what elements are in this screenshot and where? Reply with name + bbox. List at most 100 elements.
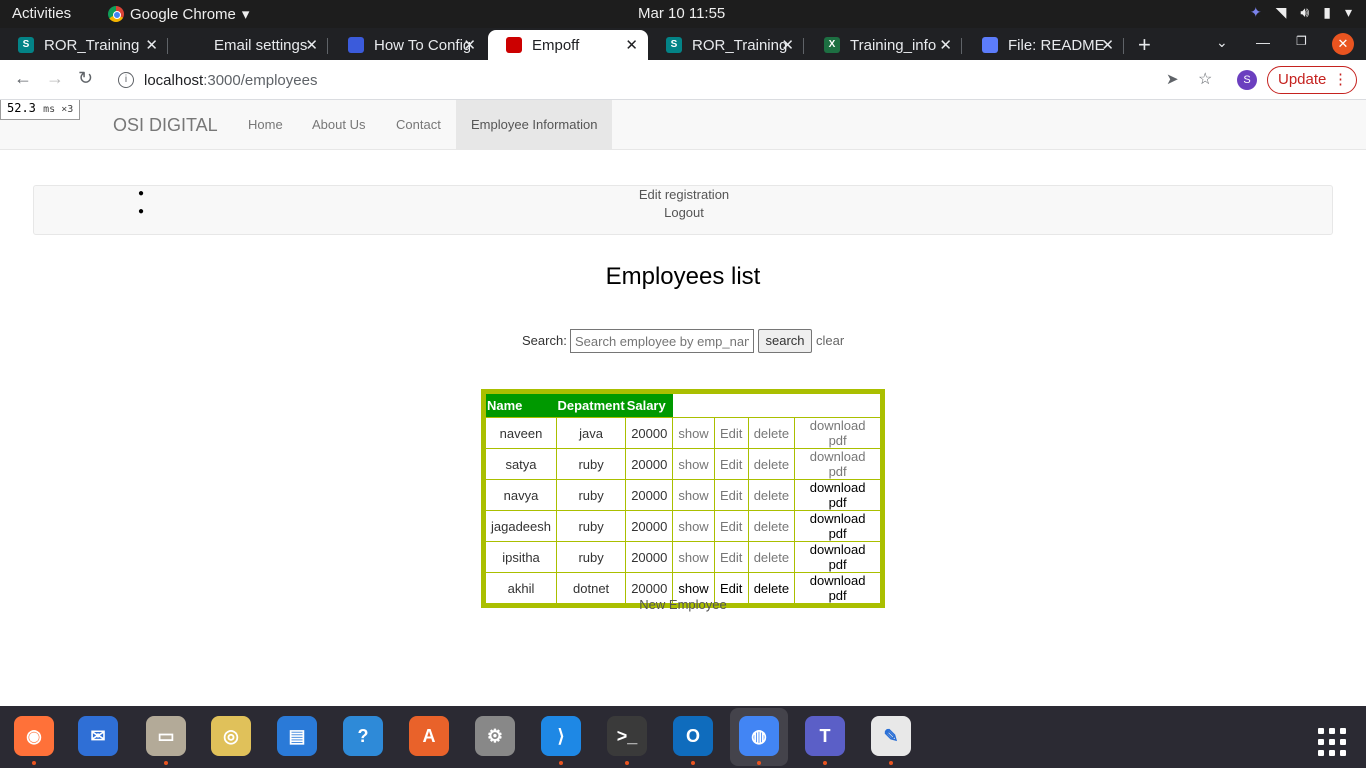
teams-tray-icon[interactable]: ✦	[1250, 4, 1262, 21]
browser-tab[interactable]: X Training_info ✕	[806, 30, 962, 60]
nav-employee-information[interactable]: Employee Information	[456, 100, 613, 150]
delete-link[interactable]: delete	[747, 417, 796, 449]
text-editor-icon[interactable]: ✎	[871, 716, 911, 765]
show-applications-icon[interactable]	[1318, 728, 1346, 756]
employee-salary-cell: 20000	[625, 541, 674, 573]
site-brand[interactable]: OSI DIGITAL	[113, 115, 218, 136]
running-indicator	[691, 761, 695, 765]
nav-contact[interactable]: Contact	[381, 100, 456, 150]
search-input[interactable]	[570, 329, 754, 353]
writer-icon[interactable]: ▤	[277, 716, 317, 756]
employee-salary-cell: 20000	[625, 479, 674, 511]
site-info-icon[interactable]: i	[118, 72, 134, 88]
maximize-window-button[interactable]: ❐	[1296, 34, 1307, 48]
delete-link[interactable]: delete	[747, 541, 796, 573]
close-tab-icon[interactable]: ✕	[625, 36, 638, 54]
clock[interactable]: Mar 10 11:55	[638, 5, 725, 22]
update-button[interactable]: Update ⋮	[1267, 66, 1357, 94]
edit-link[interactable]: Edit	[713, 479, 749, 511]
browser-tab[interactable]: S ROR_Training ✕	[0, 30, 168, 60]
system-tray[interactable]: ✦ ◥ 🔊︎ ▮ ▾	[1250, 4, 1352, 21]
terminal-icon[interactable]: >_	[607, 716, 647, 765]
rhythmbox-icon[interactable]: ◎	[211, 716, 251, 756]
thunderbird-icon[interactable]: ✉	[78, 716, 118, 756]
employee-name-cell: naveen	[483, 417, 557, 449]
download-pdf-link[interactable]: download pdf	[794, 448, 884, 480]
browser-tab[interactable]: File: README ✕	[964, 30, 1124, 60]
show-link[interactable]: show	[672, 448, 715, 480]
minimize-window-button[interactable]: —	[1256, 34, 1270, 50]
edit-link[interactable]: Edit	[713, 510, 749, 542]
delete-link[interactable]: delete	[747, 510, 796, 542]
running-indicator	[164, 761, 168, 765]
files-icon[interactable]: ▭	[146, 716, 186, 765]
new-employee-link[interactable]: New Employee	[0, 597, 1366, 612]
volume-icon[interactable]: 🔊︎	[1300, 4, 1309, 21]
close-tab-icon[interactable]: ✕	[145, 36, 158, 54]
edit-link[interactable]: Edit	[713, 541, 749, 573]
back-button[interactable]: ←	[14, 68, 32, 89]
nav-about-us[interactable]: About Us	[297, 100, 380, 150]
tab-title: Email settings	[214, 36, 308, 54]
browser-tab[interactable]: How To Config ✕	[330, 30, 486, 60]
browser-tab[interactable]: Email settings ✕	[170, 30, 328, 60]
tab-title: Empoff	[532, 36, 580, 54]
close-tab-icon[interactable]: ✕	[1101, 36, 1114, 54]
download-pdf-link[interactable]: download pdf	[794, 417, 884, 449]
help-icon[interactable]: ?	[343, 716, 383, 756]
bookmark-star-icon[interactable]: ☆	[1198, 69, 1212, 89]
close-window-button[interactable]: ✕	[1332, 33, 1354, 55]
power-menu-icon[interactable]: ▾	[1345, 4, 1352, 21]
vscode-icon[interactable]: ⟩	[541, 716, 581, 765]
tab-strip: S ROR_Training ✕ Email settings ✕ How To Conf…	[0, 28, 1366, 60]
edit-link[interactable]: Edit	[713, 448, 749, 480]
show-link[interactable]: show	[672, 479, 715, 511]
download-pdf-link[interactable]: download pdf	[794, 541, 884, 573]
close-tab-icon[interactable]: ✕	[305, 36, 318, 54]
tab-separator	[803, 38, 804, 54]
send-tab-icon[interactable]: ➤	[1166, 70, 1179, 88]
close-tab-icon[interactable]: ✕	[463, 36, 476, 54]
search-button[interactable]: search	[758, 329, 812, 353]
forward-button[interactable]: →	[46, 68, 64, 89]
wifi-icon[interactable]: ◥	[1276, 4, 1287, 21]
show-link[interactable]: show	[672, 417, 715, 449]
delete-link[interactable]: delete	[747, 448, 796, 480]
chrome-icon[interactable]: ◍	[739, 716, 779, 765]
show-link[interactable]: show	[672, 541, 715, 573]
clear-link[interactable]: clear	[816, 333, 844, 348]
download-pdf-link[interactable]: download pdf	[794, 479, 884, 511]
employee-department-cell: java	[555, 417, 627, 449]
reload-button[interactable]: ↻	[78, 68, 93, 89]
activities-button[interactable]: Activities	[12, 5, 71, 22]
teams-icon[interactable]: T	[805, 716, 845, 765]
settings-icon[interactable]: ⚙	[475, 716, 515, 756]
close-tab-icon[interactable]: ✕	[781, 36, 794, 54]
new-tab-button[interactable]: +	[1138, 32, 1151, 58]
edit-registration-link[interactable]: Edit registration	[34, 187, 1334, 202]
nav-home[interactable]: Home	[233, 100, 298, 150]
download-pdf-link[interactable]: download pdf	[794, 510, 884, 542]
tab-separator	[1123, 38, 1124, 54]
employee-department-cell: ruby	[555, 541, 627, 573]
browser-tab[interactable]: Empoff ✕	[488, 30, 648, 60]
outlook-icon[interactable]: O	[673, 716, 713, 765]
address-bar[interactable]: i localhost:3000/employees	[108, 65, 1228, 95]
tab-search-icon[interactable]: ⌄	[1216, 34, 1228, 51]
edit-link[interactable]: Edit	[713, 417, 749, 449]
close-tab-icon[interactable]: ✕	[939, 36, 952, 54]
show-link[interactable]: show	[672, 510, 715, 542]
profile-avatar[interactable]: S	[1237, 70, 1257, 90]
browser-tab[interactable]: S ROR_Training ✕	[648, 30, 804, 60]
app-menu[interactable]: Google Chrome ▾	[108, 5, 249, 23]
header-filler	[673, 392, 714, 418]
tab-separator	[961, 38, 962, 54]
table-header-row: Name Depatment Salary	[483, 391, 883, 418]
logout-link[interactable]: Logout	[34, 205, 1334, 220]
sharepoint-icon: S	[666, 37, 682, 53]
delete-link[interactable]: delete	[747, 479, 796, 511]
url-text[interactable]: localhost:3000/employees	[144, 72, 317, 89]
software-icon[interactable]: A	[409, 716, 449, 756]
firefox-icon[interactable]: ◉	[14, 716, 54, 765]
battery-icon[interactable]: ▮	[1323, 4, 1331, 21]
